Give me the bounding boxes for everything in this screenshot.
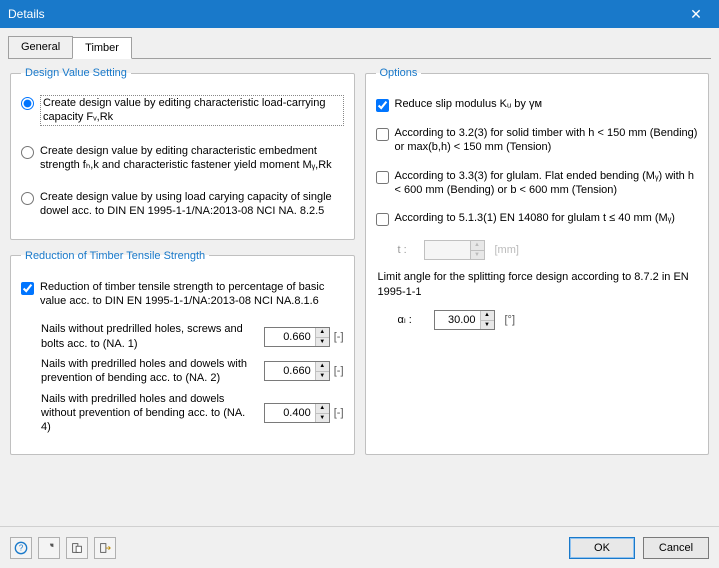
label-o4: According to 5.1.3(1) EN 14080 for glula… bbox=[395, 211, 675, 225]
svg-text:?: ? bbox=[19, 543, 24, 552]
label-red-row1: Nails without predrilled holes, screws a… bbox=[21, 322, 251, 351]
panel-timber: Design Value Setting Create design value… bbox=[0, 59, 719, 463]
right-column: Options Reduce slip modulus Kᵤ by γᴍ Acc… bbox=[365, 67, 710, 455]
preset-icon[interactable] bbox=[66, 537, 88, 559]
window-title: Details bbox=[8, 7, 45, 21]
input-red-row1-field[interactable] bbox=[265, 328, 315, 346]
cb-o1[interactable] bbox=[376, 99, 389, 112]
input-red-row2-field[interactable] bbox=[265, 362, 315, 380]
label-dv-r2: Create design value by editing character… bbox=[40, 144, 344, 173]
spin-up-icon[interactable]: ▲ bbox=[315, 362, 329, 371]
title-bar: Details ✕ bbox=[0, 0, 719, 28]
label-o2: According to 3.2(3) for solid timber wit… bbox=[395, 126, 699, 155]
ok-button[interactable]: OK bbox=[569, 537, 635, 559]
unit-red-row3: [-] bbox=[334, 407, 344, 419]
wrench-icon[interactable] bbox=[38, 537, 60, 559]
input-red-row3-field[interactable] bbox=[265, 404, 315, 422]
legend-options: Options bbox=[376, 67, 422, 79]
input-t: ▲ ▼ bbox=[424, 240, 485, 260]
label-dv-r1: Create design value by editing character… bbox=[40, 95, 344, 126]
cancel-button[interactable]: Cancel bbox=[643, 537, 709, 559]
label-o1: Reduce slip modulus Kᵤ by γᴍ bbox=[395, 97, 543, 111]
help-icon[interactable]: ? bbox=[10, 537, 32, 559]
tab-bar: General Timber bbox=[8, 36, 711, 59]
fieldset-options: Options Reduce slip modulus Kᵤ by γᴍ Acc… bbox=[365, 67, 710, 455]
unit-red-row2: [-] bbox=[334, 365, 344, 377]
input-red-row2[interactable]: ▲ ▼ bbox=[264, 361, 330, 381]
spinner-row2[interactable]: ▲ ▼ bbox=[315, 362, 329, 380]
cb-o3[interactable] bbox=[376, 171, 389, 184]
spinner-t: ▲ ▼ bbox=[470, 241, 484, 259]
tab-general[interactable]: General bbox=[8, 36, 73, 58]
label-red-row2: Nails with predrilled holes and dowels w… bbox=[21, 357, 251, 386]
unit-alpha: [°] bbox=[505, 314, 516, 326]
footer: ? OK Cancel bbox=[0, 526, 719, 568]
spin-up-icon[interactable]: ▲ bbox=[315, 404, 329, 413]
fieldset-design-value: Design Value Setting Create design value… bbox=[10, 67, 355, 240]
unit-t: [mm] bbox=[495, 244, 519, 256]
spin-down-icon[interactable]: ▼ bbox=[315, 371, 329, 380]
input-alpha[interactable]: ▲ ▼ bbox=[434, 310, 495, 330]
label-limit-angle: Limit angle for the splitting force desi… bbox=[378, 270, 699, 300]
spinner-row3[interactable]: ▲ ▼ bbox=[315, 404, 329, 422]
label-cb-reduction: Reduction of timber tensile strength to … bbox=[40, 280, 344, 309]
spin-down-icon[interactable]: ▼ bbox=[315, 413, 329, 422]
unit-red-row1: [-] bbox=[334, 331, 344, 343]
spin-down-icon[interactable]: ▼ bbox=[315, 337, 329, 346]
spinner-alpha[interactable]: ▲ ▼ bbox=[480, 311, 494, 329]
spin-down-icon[interactable]: ▼ bbox=[480, 320, 494, 329]
label-o3: According to 3.3(3) for glulam. Flat end… bbox=[395, 169, 699, 198]
input-alpha-field[interactable] bbox=[435, 311, 480, 329]
radio-dv-r3[interactable] bbox=[21, 192, 34, 205]
label-t: t : bbox=[398, 244, 414, 256]
legend-reduction: Reduction of Timber Tensile Strength bbox=[21, 250, 209, 262]
spin-up-icon: ▲ bbox=[470, 241, 484, 250]
label-dv-r3: Create design value by using load caryin… bbox=[40, 190, 344, 219]
export-icon[interactable] bbox=[94, 537, 116, 559]
legend-design-value: Design Value Setting bbox=[21, 67, 131, 79]
left-column: Design Value Setting Create design value… bbox=[10, 67, 355, 455]
radio-dv-r2[interactable] bbox=[21, 146, 34, 159]
cb-o4[interactable] bbox=[376, 213, 389, 226]
tab-timber[interactable]: Timber bbox=[72, 37, 132, 59]
fieldset-reduction: Reduction of Timber Tensile Strength Red… bbox=[10, 250, 355, 456]
spin-down-icon: ▼ bbox=[470, 250, 484, 259]
radio-dv-r1[interactable] bbox=[21, 97, 34, 110]
input-t-field bbox=[425, 241, 470, 259]
label-red-row3: Nails with predrilled holes and dowels w… bbox=[21, 392, 251, 435]
spinner-row1[interactable]: ▲ ▼ bbox=[315, 328, 329, 346]
input-red-row1[interactable]: ▲ ▼ bbox=[264, 327, 330, 347]
cb-reduction[interactable] bbox=[21, 282, 34, 295]
spin-up-icon[interactable]: ▲ bbox=[480, 311, 494, 320]
close-icon[interactable]: ✕ bbox=[681, 6, 711, 23]
cb-o2[interactable] bbox=[376, 128, 389, 141]
input-red-row3[interactable]: ▲ ▼ bbox=[264, 403, 330, 423]
label-alpha: αₗ : bbox=[398, 313, 424, 326]
spin-up-icon[interactable]: ▲ bbox=[315, 328, 329, 337]
